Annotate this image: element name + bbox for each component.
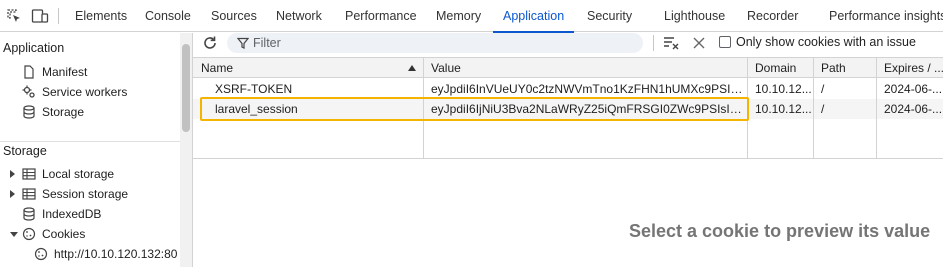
expand-arrow-icon[interactable] xyxy=(10,170,15,178)
sidebar-item-label: Session storage xyxy=(42,187,129,201)
column-divider[interactable] xyxy=(813,58,814,158)
cookie-icon xyxy=(34,247,48,261)
database-icon xyxy=(22,207,36,221)
expand-arrow-icon[interactable] xyxy=(10,190,15,198)
table-row[interactable]: laravel_session eyJpdiI6IjNiU3Bva2NLaWRy… xyxy=(193,99,943,119)
tab-recorder[interactable]: Recorder xyxy=(747,0,798,32)
cookie-name: laravel_session xyxy=(215,102,298,116)
sidebar-divider xyxy=(0,141,180,142)
sidebar-item-label: Cookies xyxy=(42,227,86,241)
tab-memory[interactable]: Memory xyxy=(436,0,481,32)
refresh-icon[interactable] xyxy=(201,34,219,52)
cookie-path: / xyxy=(821,102,825,116)
sidebar-section-storage: Storage xyxy=(3,144,47,158)
column-header-value[interactable]: Value xyxy=(423,58,747,78)
tab-application[interactable]: Application xyxy=(492,0,575,33)
sort-ascending-icon[interactable] xyxy=(408,65,416,71)
cookie-domain: 10.10.12... xyxy=(755,82,812,96)
filter-icon xyxy=(236,37,250,52)
sidebar-item-label: Manifest xyxy=(42,65,88,79)
sidebar-scrollbar-thumb[interactable] xyxy=(182,44,190,132)
sidebar-item-label: http://10.10.120.132:80 xyxy=(54,247,178,261)
sidebar-item-cookie-origin[interactable]: http://10.10.120.132:80 xyxy=(34,244,180,264)
column-header-domain[interactable]: Domain xyxy=(747,58,813,78)
tab-sources[interactable]: Sources xyxy=(211,0,257,32)
gears-icon xyxy=(22,85,36,99)
column-header-name[interactable]: Name xyxy=(193,58,423,78)
sidebar-item-cookies[interactable]: Cookies xyxy=(10,224,170,244)
only-issue-checkbox[interactable] xyxy=(719,36,731,48)
cookie-expires: 2024-06-... xyxy=(884,82,943,96)
column-header-expires[interactable]: Expires / ... xyxy=(876,58,943,78)
cookie-preview-placeholder: Select a cookie to preview its value xyxy=(629,221,931,241)
cookie-domain: 10.10.12... xyxy=(755,102,812,116)
toolbar-divider xyxy=(653,35,654,51)
filter-field[interactable] xyxy=(227,33,643,53)
sidebar-item-label: Storage xyxy=(42,105,85,119)
clear-filtered-cookies-icon[interactable] xyxy=(662,34,680,52)
cookie-name: XSRF-TOKEN xyxy=(215,82,293,96)
database-icon xyxy=(22,105,36,119)
sidebar-section-application: Application xyxy=(3,41,65,55)
tab-network[interactable]: Network xyxy=(276,0,322,32)
sidebar-item-local-storage[interactable]: Local storage xyxy=(10,164,170,184)
column-header-path[interactable]: Path xyxy=(813,58,876,78)
sidebar-item-label: Local storage xyxy=(42,167,115,181)
table-header: Name Value Domain Path Expires / ... xyxy=(193,58,943,78)
cookie-icon xyxy=(22,227,36,241)
device-toolbar-icon[interactable] xyxy=(30,6,50,26)
cookie-value: eyJpdiI6IjNiU3Bva2NLaWRyZ25iQmFRSGI0ZWc9… xyxy=(431,102,747,116)
cookies-table: Name Value Domain Path Expires / ... XSR… xyxy=(193,57,943,159)
column-divider[interactable] xyxy=(423,58,424,158)
inspect-element-icon[interactable] xyxy=(4,6,24,26)
cookie-expires: 2024-06-... xyxy=(884,102,943,116)
sidebar-item-label: Service workers xyxy=(42,85,128,99)
sidebar-item-session-storage[interactable]: Session storage xyxy=(10,184,170,204)
tabbar-divider xyxy=(58,8,59,24)
only-issue-label[interactable]: Only show cookies with an issue xyxy=(736,35,916,49)
cookies-toolbar: Only show cookies with an issue xyxy=(193,33,943,55)
collapse-arrow-icon[interactable] xyxy=(10,232,18,237)
table-icon xyxy=(22,187,36,201)
filter-input[interactable] xyxy=(253,33,633,53)
file-icon xyxy=(22,65,36,79)
tab-security[interactable]: Security xyxy=(587,0,632,32)
devtools-tabbar: Elements Console Sources Network Perform… xyxy=(0,0,943,33)
tab-elements[interactable]: Elements xyxy=(75,0,127,32)
cookie-value: eyJpdiI6InVUeUY0c2tzNWVmTno1KzFHN1hUMXc9… xyxy=(431,82,747,96)
table-icon xyxy=(22,167,36,181)
tab-console[interactable]: Console xyxy=(145,0,191,32)
tab-performance[interactable]: Performance xyxy=(345,0,417,32)
cookie-path: / xyxy=(821,82,825,96)
application-sidebar: Application Manifest Service workers Sto… xyxy=(0,33,180,267)
clear-all-icon[interactable] xyxy=(690,34,708,52)
column-divider[interactable] xyxy=(747,58,748,158)
sidebar-item-label: IndexedDB xyxy=(42,207,102,221)
tab-performance-insights[interactable]: Performance insights xyxy=(829,0,943,32)
table-row[interactable]: XSRF-TOKEN eyJpdiI6InVUeUY0c2tzNWVmTno1K… xyxy=(193,79,943,99)
tab-lighthouse[interactable]: Lighthouse xyxy=(664,0,725,32)
column-divider[interactable] xyxy=(876,58,877,158)
